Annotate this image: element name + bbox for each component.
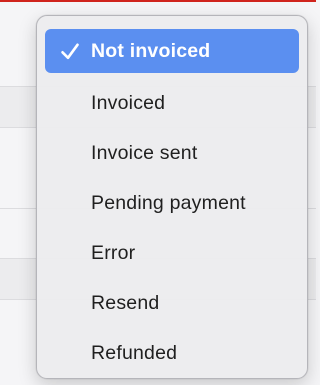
menu-item-label: Error (91, 241, 136, 264)
menu-item-not-invoiced[interactable]: Not invoiced (45, 29, 299, 73)
menu-item-label: Pending payment (91, 191, 246, 214)
menu-item-error[interactable]: Error (45, 228, 299, 278)
menu-item-label: Not invoiced (91, 39, 211, 62)
status-dropdown-menu: Not invoiced Invoiced Invoice sent Pendi… (36, 15, 308, 379)
top-accent-bar (0, 0, 316, 2)
menu-item-refunded[interactable]: Refunded (45, 328, 299, 378)
menu-item-label: Resend (91, 291, 160, 314)
menu-item-label: Invoice sent (91, 141, 198, 164)
menu-item-resend[interactable]: Resend (45, 278, 299, 328)
menu-item-label: Refunded (91, 341, 178, 364)
menu-item-invoice-sent[interactable]: Invoice sent (45, 128, 299, 178)
menu-item-pending-payment[interactable]: Pending payment (45, 178, 299, 228)
menu-item-invoiced[interactable]: Invoiced (45, 78, 299, 128)
checkmark-icon (60, 42, 80, 62)
menu-item-label: Invoiced (91, 91, 166, 114)
